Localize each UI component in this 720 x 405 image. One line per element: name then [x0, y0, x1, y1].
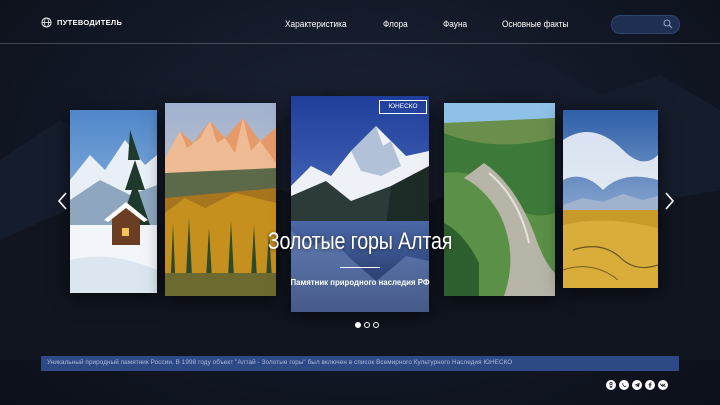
nav-item-characteristics[interactable]: Характеристика: [285, 19, 347, 29]
autumn-peaks-image: [165, 103, 276, 296]
golden-steppe-image: [563, 110, 658, 288]
odnoklassniki-icon[interactable]: [606, 380, 616, 390]
next-slide-arrow[interactable]: [662, 191, 676, 211]
pagination-dot-1[interactable]: [355, 322, 361, 328]
pagination-dot-2[interactable]: [364, 322, 370, 328]
pagination-dot-3[interactable]: [373, 322, 379, 328]
nav-item-flora[interactable]: Флора: [383, 19, 408, 29]
title-divider: [340, 267, 380, 268]
telegram-icon[interactable]: [632, 380, 642, 390]
slide-card-valley[interactable]: [444, 103, 555, 296]
facebook-icon[interactable]: [645, 380, 655, 390]
unesco-badge: ЮНЕСКО: [379, 100, 427, 114]
top-bar: ПУТЕВОДИТЕЛЬ Характеристика Флора Фауна …: [0, 0, 720, 44]
nav-item-facts[interactable]: Основные факты: [502, 19, 568, 29]
search-box[interactable]: [611, 15, 680, 34]
green-valley-image: [444, 103, 555, 296]
info-ticker: Уникальный природный памятник России. В …: [41, 356, 679, 371]
social-links: [606, 380, 668, 390]
slide-card-autumn[interactable]: [165, 103, 276, 296]
slide-card-steppe[interactable]: [563, 110, 658, 288]
chevron-right-icon: [665, 192, 675, 210]
prev-slide-arrow[interactable]: [56, 191, 70, 211]
search-input[interactable]: [620, 18, 665, 30]
chevron-left-icon: [57, 192, 67, 210]
pagination-dots: [355, 322, 379, 328]
vk-icon[interactable]: [658, 380, 668, 390]
slide-title: Золотые горы Алтая: [267, 228, 453, 255]
image-carousel: ЮНЕСКО Золотые горы Алтая Памятник приро…: [0, 0, 720, 405]
winter-cabin-image: [70, 110, 157, 293]
ticker-text: Уникальный природный памятник России. В …: [47, 359, 513, 366]
viber-icon[interactable]: [619, 380, 629, 390]
search-icon[interactable]: [663, 19, 673, 29]
slide-card-winter[interactable]: [70, 110, 157, 293]
slide-subtitle: Памятник природного наследия РФ: [290, 277, 430, 287]
nav-item-fauna[interactable]: Фауна: [443, 19, 467, 29]
